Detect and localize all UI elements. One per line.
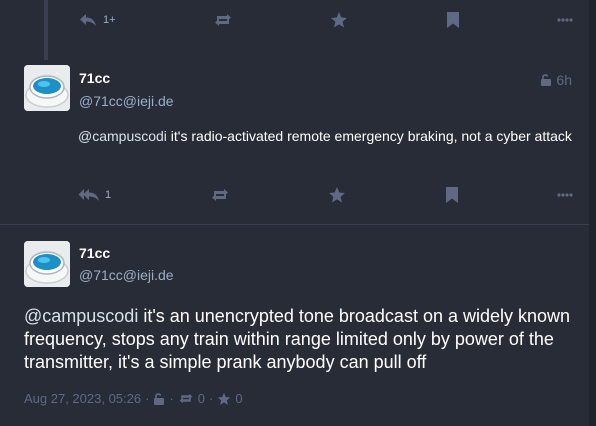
scrollbar[interactable] bbox=[589, 0, 596, 426]
star-icon bbox=[329, 187, 346, 203]
reply-status-action-bar: 1 bbox=[78, 183, 573, 207]
boost-icon bbox=[214, 14, 231, 26]
timestamp-link[interactable]: Aug 27, 2023, 05:26 bbox=[24, 391, 141, 406]
teacup-avatar-icon bbox=[24, 241, 70, 287]
more-button[interactable] bbox=[557, 17, 573, 23]
focused-status: 71cc @71cc@ieji.de @campuscodi it's an u… bbox=[0, 225, 589, 426]
bookmark-icon bbox=[445, 187, 458, 203]
unlock-icon bbox=[541, 74, 552, 86]
status-meta: 6h bbox=[540, 72, 572, 88]
display-name[interactable]: 71cc bbox=[79, 70, 110, 86]
more-icon bbox=[557, 18, 573, 22]
favourite-count: 0 bbox=[235, 391, 243, 406]
unlock-icon bbox=[154, 392, 165, 405]
boost-icon bbox=[179, 393, 193, 404]
reply-count: 1 bbox=[105, 189, 112, 201]
reply-button[interactable]: 1 bbox=[78, 187, 111, 203]
bookmark-icon bbox=[446, 12, 459, 28]
display-name[interactable]: 71cc bbox=[79, 245, 110, 261]
avatar[interactable] bbox=[24, 65, 70, 111]
reply-all-icon bbox=[80, 14, 96, 26]
reply-button[interactable]: 1+ bbox=[78, 12, 116, 28]
timeline-column: 1+ 71cc @71cc@ieji.de 6h @campuscodi it'… bbox=[0, 0, 589, 426]
star-icon bbox=[218, 392, 231, 405]
top-status-action-bar: 1+ bbox=[78, 8, 573, 32]
account-handle[interactable]: @71cc@ieji.de bbox=[79, 267, 174, 283]
boost-icon bbox=[211, 189, 228, 201]
bookmark-button[interactable] bbox=[445, 186, 459, 204]
meta-separator: · bbox=[145, 391, 150, 406]
meta-separator: · bbox=[209, 391, 214, 406]
boost-button[interactable] bbox=[210, 187, 230, 203]
more-button[interactable] bbox=[557, 192, 573, 198]
relative-time[interactable]: 6h bbox=[556, 72, 572, 88]
status-detail-meta: Aug 27, 2023, 05:26 · · 0 · 0 bbox=[24, 391, 243, 406]
mention-link[interactable]: @campuscodi bbox=[24, 306, 138, 326]
avatar[interactable] bbox=[24, 241, 70, 287]
star-icon bbox=[331, 12, 348, 28]
reply-status[interactable]: 71cc @71cc@ieji.de 6h @campuscodi it's r… bbox=[0, 50, 589, 224]
reply-all-icon bbox=[78, 189, 99, 201]
status-content: @campuscodi it's radio-activated remote … bbox=[78, 126, 573, 147]
favourites-link[interactable]: 0 bbox=[217, 391, 243, 406]
boost-count: 0 bbox=[197, 391, 206, 406]
bookmark-button[interactable] bbox=[446, 11, 460, 29]
teacup-avatar-icon bbox=[24, 65, 70, 111]
boosts-link[interactable]: 0 bbox=[178, 391, 205, 406]
meta-separator: · bbox=[169, 391, 174, 406]
status-content: @campuscodi it's an unencrypted tone bro… bbox=[24, 305, 574, 374]
mention-link[interactable]: @campuscodi bbox=[78, 128, 167, 144]
status-text: it's radio-activated remote emergency br… bbox=[166, 128, 572, 144]
favourite-button[interactable] bbox=[328, 186, 346, 204]
account-handle[interactable]: @71cc@ieji.de bbox=[79, 93, 174, 109]
more-icon bbox=[557, 193, 573, 197]
boost-button[interactable] bbox=[213, 12, 233, 28]
reply-count: 1+ bbox=[103, 14, 116, 26]
favourite-button[interactable] bbox=[330, 11, 348, 29]
